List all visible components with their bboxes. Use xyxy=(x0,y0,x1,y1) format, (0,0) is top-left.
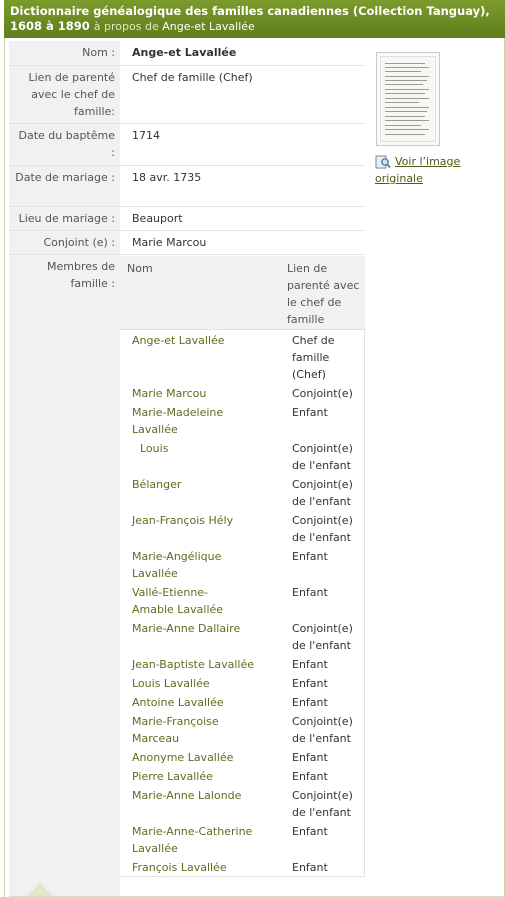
table-row: Marie-Madeleine Lavallée Enfant xyxy=(120,402,365,438)
member-name-link[interactable]: Marie-Anne-Catherine Lavallée xyxy=(132,823,282,857)
member-name-link[interactable]: Jean-Baptiste Lavallée xyxy=(132,656,282,673)
member-name-link[interactable]: Louis Lavallée xyxy=(132,675,282,692)
tab-notch-decoration xyxy=(26,883,54,897)
view-original-image-link[interactable]: Voir l’image originale xyxy=(375,153,475,187)
member-relation: Enfant xyxy=(292,658,328,671)
col-header-relation: Lien de parenté avec le chef de famille xyxy=(287,262,360,326)
member-relation: Enfant xyxy=(292,677,328,690)
member-relation: Conjoint(e) de l'enfant xyxy=(292,622,353,652)
table-row: François Lavallée Enfant xyxy=(120,857,365,876)
document-preview xyxy=(380,56,436,142)
table-row: Vallé-Etienne-Amable Lavallée Enfant xyxy=(120,582,365,618)
member-relation: Enfant xyxy=(292,406,328,419)
member-relation: Conjoint(e) de l'enfant xyxy=(292,715,353,745)
table-row: Marie-Anne Dallaire Conjoint(e) de l'enf… xyxy=(120,618,365,654)
field-label: Conjoint (e) : xyxy=(43,236,115,249)
field-value-baptism: 1714 xyxy=(132,129,160,142)
member-name-link[interactable]: Jean-François Hély xyxy=(132,512,282,529)
member-relation: Conjoint(e) de l'enfant xyxy=(292,514,353,544)
field-row-relation: Lien de parenté avec le chef de famille:… xyxy=(9,66,365,124)
table-row: Louis Conjoint(e) de l'enfant xyxy=(120,438,365,474)
table-row: Ange-et Lavallée Chef de famille (Chef) xyxy=(120,330,365,383)
member-relation: Enfant xyxy=(292,770,328,783)
member-relation: Chef de famille (Chef) xyxy=(292,334,335,381)
member-name-link[interactable]: Bélanger xyxy=(132,476,282,493)
magnifier-document-icon xyxy=(375,155,391,169)
members-label: Membres de famille : xyxy=(47,260,115,290)
original-image-thumbnail[interactable] xyxy=(376,52,440,146)
field-label: Date du baptême : xyxy=(18,129,115,159)
member-name-link[interactable]: François Lavallée xyxy=(132,859,282,876)
member-relation: Conjoint(e) xyxy=(292,387,353,400)
field-row-marriage-place: Lieu de mariage : Beauport xyxy=(9,207,365,231)
table-row: Marie-Angélique Lavallée Enfant xyxy=(120,546,365,582)
field-value-marriage-date: 18 avr. 1735 xyxy=(132,171,202,184)
member-name-link[interactable]: Vallé-Etienne-Amable Lavallée xyxy=(132,584,232,618)
member-relation: Conjoint(e) de l'enfant xyxy=(292,478,353,508)
member-name-link[interactable]: Marie-Anne Lalonde xyxy=(132,787,282,804)
field-value-marriage-place: Beauport xyxy=(132,212,183,225)
field-row-marriage-date: Date de mariage : 18 avr. 1735 xyxy=(9,166,365,207)
member-relation: Conjoint(e) de l'enfant xyxy=(292,442,353,472)
member-relation: Enfant xyxy=(292,550,328,563)
member-name-link[interactable]: Anonyme Lavallée xyxy=(132,749,282,766)
member-name-link[interactable]: Marie-Madeleine Lavallée xyxy=(132,404,252,438)
col-header-name: Nom xyxy=(127,262,153,275)
table-row: Antoine Lavallée Enfant xyxy=(120,692,365,711)
field-label: Lien de parenté avec le chef de famille: xyxy=(28,71,116,118)
member-name-link[interactable]: Antoine Lavallée xyxy=(132,694,282,711)
members-table: Ange-et Lavallée Chef de famille (Chef) … xyxy=(120,330,365,877)
header-subline: 1608 à 1890 xyxy=(10,19,90,34)
table-row: Anonyme Lavallée Enfant xyxy=(120,747,365,766)
table-row: Louis Lavallée Enfant xyxy=(120,673,365,692)
field-label: Date de mariage : xyxy=(15,171,115,184)
field-row-baptism: Date du baptême : 1714 xyxy=(9,124,365,166)
member-name-link[interactable]: Marie-Françoise Marceau xyxy=(132,713,252,747)
field-row-spouse: Conjoint (e) : Marie Marcou xyxy=(9,231,365,255)
table-row: Bélanger Conjoint(e) de l'enfant xyxy=(120,474,365,510)
field-value-spouse: Marie Marcou xyxy=(132,236,207,249)
member-relation: Enfant xyxy=(292,751,328,764)
table-row: Pierre Lavallée Enfant xyxy=(120,766,365,785)
field-value-relation: Chef de famille (Chef) xyxy=(132,71,253,84)
member-relation: Enfant xyxy=(292,586,328,599)
member-name-link[interactable]: Pierre Lavallée xyxy=(132,768,282,785)
member-relation: Enfant xyxy=(292,696,328,709)
member-name-link[interactable]: Ange-et Lavallée xyxy=(132,332,282,349)
member-relation: Enfant xyxy=(292,861,328,874)
table-row: Marie Marcou Conjoint(e) xyxy=(120,383,365,402)
member-name-link[interactable]: Marie-Anne Dallaire xyxy=(132,620,282,637)
member-name-link[interactable]: Louis xyxy=(140,440,290,457)
subject-name: Ange-et Lavallée xyxy=(162,20,255,33)
field-value-name: Ange-et Lavallée xyxy=(132,46,237,59)
about-prefix: à propos de xyxy=(93,20,163,33)
table-row: Marie-Anne Lalonde Conjoint(e) de l'enfa… xyxy=(120,785,365,821)
table-row: Jean-François Hély Conjoint(e) de l'enfa… xyxy=(120,510,365,546)
member-relation: Enfant xyxy=(292,825,328,838)
field-label: Nom : xyxy=(82,46,115,59)
view-original-image-text-2[interactable]: originale xyxy=(375,170,475,187)
table-row: Marie-Anne-Catherine Lavallée Enfant xyxy=(120,821,365,857)
member-name-link[interactable]: Marie Marcou xyxy=(132,385,282,402)
table-row: Jean-Baptiste Lavallée Enfant xyxy=(120,654,365,673)
field-label: Lieu de mariage : xyxy=(18,212,115,225)
members-table-header: Nom Lien de parenté avec le chef de fami… xyxy=(120,256,365,330)
table-row: Marie-Françoise Marceau Conjoint(e) de l… xyxy=(120,711,365,747)
member-relation: Conjoint(e) de l'enfant xyxy=(292,789,353,819)
member-name-link[interactable]: Marie-Angélique Lavallée xyxy=(132,548,252,582)
field-row-name: Nom : Ange-et Lavallée xyxy=(9,41,365,66)
